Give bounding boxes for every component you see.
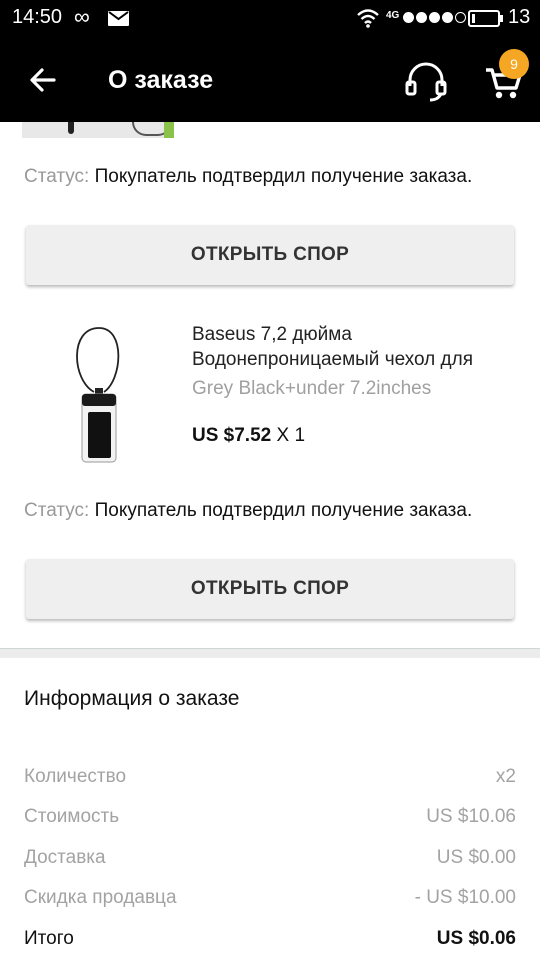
product-title-line-2[interactable]: Водонепроницаемый чехол для <box>192 349 516 371</box>
cart-count-badge: 9 <box>499 49 529 79</box>
row-label: Итого <box>24 928 74 949</box>
status-label: Статус: <box>24 166 90 187</box>
clock: 14:50 <box>12 6 63 28</box>
product-title-line-1[interactable]: Baseus 7,2 дюйма <box>192 324 516 346</box>
network-type: 4G <box>386 10 400 21</box>
product-variant: Grey Black+under 7.2inches <box>192 378 432 399</box>
app-bar: О заказе 9 <box>0 38 540 122</box>
infinity-icon: ∞ <box>74 4 90 29</box>
order-info-title: Информация о заказе <box>24 687 240 710</box>
mail-icon <box>108 11 129 26</box>
status-bar: 14:50 ∞ 4G 13 <box>0 0 540 38</box>
section-divider <box>0 648 540 658</box>
wifi-icon <box>356 8 380 33</box>
order-status: Статус: Покупатель подтвердил получение … <box>24 164 494 190</box>
page-title: О заказе <box>108 66 214 94</box>
order-info-row-seller-discount: Скидка продавца - US $10.00 <box>24 887 516 913</box>
battery-icon <box>468 10 500 27</box>
row-value: US $0.06 <box>436 928 516 949</box>
row-label: Доставка <box>24 847 106 868</box>
order-info-row-quantity: Количество x2 <box>24 766 516 792</box>
back-arrow-icon[interactable] <box>24 60 64 100</box>
status-value: Покупатель подтвердил получение заказа. <box>94 166 473 187</box>
status-label: Статус: <box>24 500 90 521</box>
order-details-content[interactable]: Статус: Покупатель подтвердил получение … <box>0 122 540 960</box>
open-dispute-button[interactable]: ОТКРЫТЬ СПОР <box>26 559 514 619</box>
row-value: US $10.06 <box>426 806 516 827</box>
battery-percent: 13 <box>508 6 531 28</box>
headset-support-icon[interactable] <box>402 58 450 106</box>
open-dispute-button[interactable]: ОТКРЫТЬ СПОР <box>26 225 514 285</box>
row-value: x2 <box>495 766 516 787</box>
row-value: - US $10.00 <box>414 887 516 908</box>
status-value: Покупатель подтвердил получение заказа. <box>94 500 473 521</box>
battery-tip <box>500 15 503 22</box>
product-image[interactable] <box>64 320 134 468</box>
signal-strength-icon <box>403 12 466 23</box>
row-label: Стоимость <box>24 806 120 827</box>
product-price: US $7.52 <box>192 425 272 446</box>
product-price-line: US $7.52 X 1 <box>192 425 305 447</box>
order-info-row-shipping: Доставка US $0.00 <box>24 847 516 873</box>
product-thumbnail[interactable] <box>22 122 174 138</box>
product-quantity: X 1 <box>276 425 306 446</box>
order-info-row-cost: Стоимость US $10.06 <box>24 806 516 832</box>
row-label: Количество <box>24 766 127 787</box>
row-label: Скидка продавца <box>24 887 177 908</box>
row-value: US $0.00 <box>436 847 516 868</box>
order-info-row-total: Итого US $0.06 <box>24 928 516 954</box>
order-status: Статус: Покупатель подтвердил получение … <box>24 498 494 524</box>
